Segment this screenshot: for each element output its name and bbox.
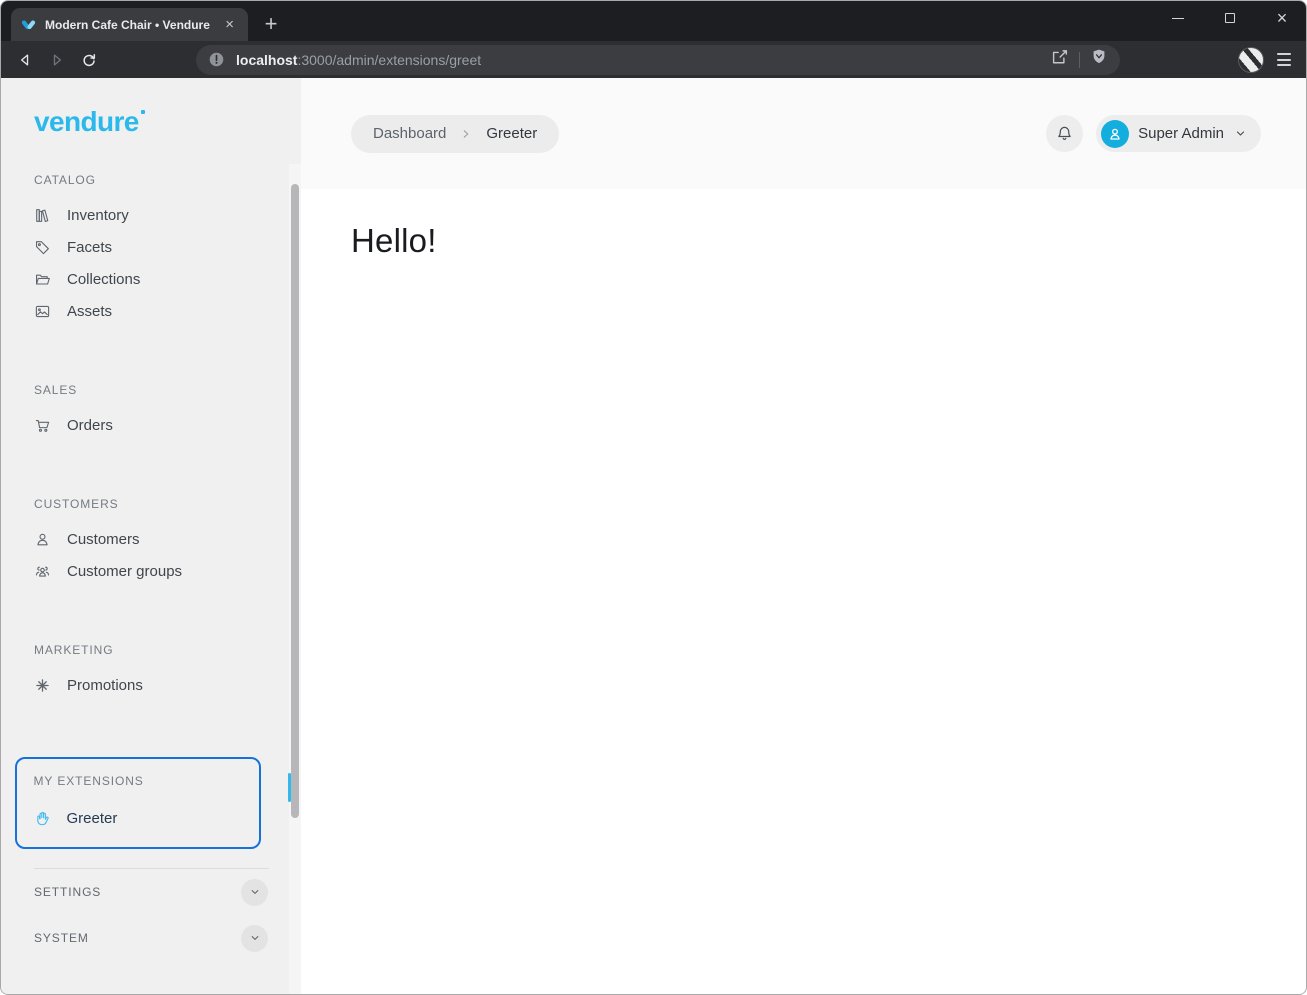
sidebar-item-label: Facets	[67, 238, 113, 256]
tab-close-icon[interactable]: ×	[220, 15, 239, 34]
new-tab-button[interactable]: +	[256, 9, 286, 39]
browser-window: Modern Cafe Chair • Vendure × + × localh…	[0, 0, 1307, 995]
user-menu-button[interactable]: Super Admin	[1096, 115, 1261, 152]
notifications-button[interactable]	[1046, 115, 1084, 152]
sidebar-scrollbar-thumb[interactable]	[291, 184, 299, 818]
user-avatar-icon	[1110, 128, 1120, 140]
nav-section-marketing: MARKETING Promotions	[34, 643, 301, 701]
nav-section-sales: SALES Orders	[34, 383, 301, 441]
sidebar-item-label: Greeter	[66, 809, 118, 827]
chevron-right-icon	[459, 127, 473, 141]
sidebar-item-label: Customers	[67, 530, 140, 548]
url-text: localhost:3000/admin/extensions/greet	[236, 52, 1040, 68]
vendure-logo-text: vendure	[34, 106, 139, 137]
sidebar: vendure CATALOG Inventory Facets Collect…	[1, 78, 301, 994]
users-icon	[35, 566, 50, 577]
asterisk-icon	[36, 678, 49, 692]
sidebar-item-label: Orders	[67, 416, 113, 434]
sidebar-item-collections[interactable]: Collections	[34, 263, 301, 295]
main-area: Dashboard Greeter Super Admin Hello!	[301, 78, 1306, 994]
hand-icon	[36, 811, 49, 825]
window-close-icon: ×	[1276, 8, 1288, 28]
sidebar-item-assets[interactable]: Assets	[34, 295, 301, 327]
greeting-heading: Hello!	[351, 222, 437, 259]
sidebar-item-label: Customer groups	[67, 562, 183, 580]
bell-icon	[1058, 126, 1071, 140]
user-avatar	[1101, 119, 1130, 148]
brave-shield-icon[interactable]	[1090, 48, 1108, 71]
my-extensions-highlight-box: MY EXTENSIONS Greeter	[15, 757, 261, 849]
sidebar-item-customer-groups[interactable]: Customer groups	[34, 555, 301, 587]
user-name: Super Admin	[1138, 125, 1224, 142]
nav-section-header: SALES	[34, 383, 78, 397]
minimize-button[interactable]	[1164, 4, 1192, 32]
url-host: localhost	[236, 51, 298, 68]
sidebar-section-system[interactable]: SYSTEM	[34, 915, 268, 961]
breadcrumb: Dashboard Greeter	[351, 114, 560, 153]
nav-section-header: CUSTOMERS	[34, 497, 119, 511]
library-icon	[36, 208, 49, 222]
nav-section-catalog: CATALOG Inventory Facets Collections Ass…	[34, 173, 301, 327]
vendure-logo[interactable]: vendure	[34, 108, 145, 136]
url-path: :3000/admin/extensions/greet	[297, 51, 482, 68]
browser-titlebar: Modern Cafe Chair • Vendure × + ×	[1, 1, 1306, 41]
browser-tab[interactable]: Modern Cafe Chair • Vendure ×	[11, 8, 248, 41]
toolbar-divider	[1079, 51, 1080, 68]
browser-menu-icon[interactable]	[1277, 53, 1291, 66]
chevron-down-icon	[251, 936, 258, 940]
nav-section-header: MY EXTENSIONS	[33, 774, 144, 788]
sidebar-item-label: Collections	[67, 270, 141, 288]
forward-button[interactable]	[48, 51, 66, 69]
sidebar-item-label: Inventory	[67, 206, 129, 224]
sidebar-item-inventory[interactable]: Inventory	[34, 199, 301, 231]
settings-expand-button[interactable]	[241, 878, 268, 906]
window-controls: ×	[1164, 1, 1296, 35]
sidebar-item-label: Assets	[67, 302, 113, 320]
breadcrumb-dashboard-link[interactable]: Dashboard	[373, 125, 446, 142]
nav-section-header: CATALOG	[34, 173, 96, 187]
maximize-button[interactable]	[1216, 4, 1244, 32]
image-icon	[35, 305, 50, 317]
vendure-admin-app: vendure CATALOG Inventory Facets Collect…	[1, 78, 1306, 994]
sidebar-item-customers[interactable]: Customers	[34, 523, 301, 555]
browser-profile-avatar[interactable]	[1238, 46, 1264, 73]
reload-button[interactable]	[80, 51, 98, 69]
vendure-favicon-icon	[20, 16, 37, 33]
tag-icon	[35, 240, 49, 254]
breadcrumb-current: Greeter	[486, 125, 538, 142]
site-info-icon[interactable]	[208, 51, 225, 68]
maximize-icon	[1225, 13, 1235, 23]
url-actions	[1050, 48, 1108, 72]
collapsed-section-label: SYSTEM	[34, 931, 89, 945]
cart-icon	[35, 419, 50, 432]
chevron-down-icon	[251, 890, 258, 894]
url-bar[interactable]: localhost:3000/admin/extensions/greet	[196, 44, 1120, 75]
system-expand-button[interactable]	[241, 924, 268, 952]
sidebar-item-greeter[interactable]: Greeter	[34, 802, 260, 834]
sidebar-section-settings[interactable]: SETTINGS	[34, 869, 268, 915]
browser-toolbar: localhost:3000/admin/extensions/greet	[1, 41, 1306, 78]
user-icon	[37, 533, 48, 545]
collapsed-section-label: SETTINGS	[34, 885, 102, 899]
folder-icon	[35, 274, 50, 285]
chevron-down-icon	[1236, 131, 1245, 136]
page-content: Hello!	[301, 189, 1306, 994]
share-icon[interactable]	[1050, 48, 1069, 72]
header-actions: Super Admin	[1046, 115, 1261, 152]
sidebar-item-facets[interactable]: Facets	[34, 231, 301, 263]
window-close-button[interactable]: ×	[1268, 4, 1296, 32]
active-nav-indicator	[288, 773, 291, 802]
minimize-icon	[1172, 17, 1184, 19]
main-header: Dashboard Greeter Super Admin	[301, 78, 1306, 189]
tab-title: Modern Cafe Chair • Vendure	[45, 17, 210, 32]
sidebar-item-promotions[interactable]: Promotions	[34, 669, 301, 701]
nav-section-customers: CUSTOMERS Customers Customer groups	[34, 497, 301, 587]
sidebar-item-label: Promotions	[67, 676, 143, 694]
sidebar-item-orders[interactable]: Orders	[34, 409, 301, 441]
nav-section-header: MARKETING	[34, 643, 114, 657]
vendure-logo-dot-icon	[140, 110, 145, 114]
back-button[interactable]	[16, 51, 34, 69]
